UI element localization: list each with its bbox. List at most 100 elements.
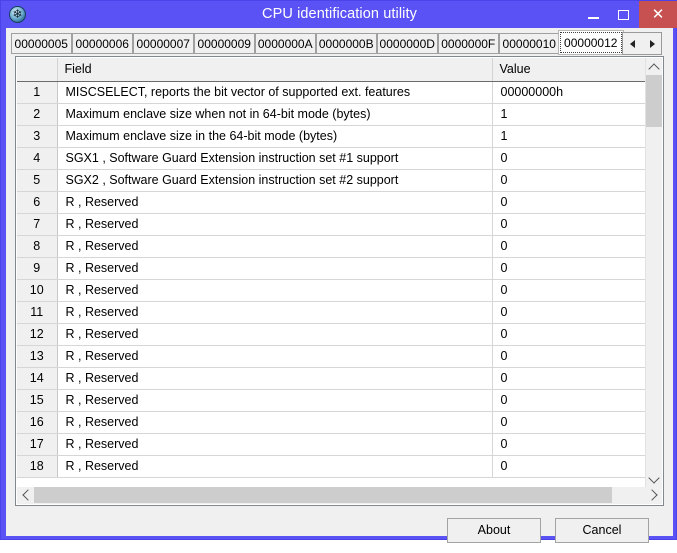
about-button[interactable]: About xyxy=(447,518,541,543)
cell-value: 0 xyxy=(492,235,645,258)
tab-00000010[interactable]: 00000010 xyxy=(499,33,560,54)
cell-field: R , Reserved xyxy=(57,257,493,280)
table-row[interactable]: 6R , Reserved 0 xyxy=(17,191,645,214)
table-row[interactable]: 1 MISCSELECT, reports the bit vector of s… xyxy=(17,81,645,104)
tab-0000000B[interactable]: 0000000B xyxy=(316,33,377,54)
chevron-right-scroll-icon xyxy=(645,489,658,501)
column-header-field[interactable]: Field xyxy=(57,58,493,82)
scroll-left-button[interactable] xyxy=(17,487,34,503)
table-row[interactable]: 8R , Reserved 0 xyxy=(17,235,645,258)
tab-scroll-next-button[interactable] xyxy=(642,33,661,54)
scroll-up-button[interactable] xyxy=(646,58,662,75)
cell-field: R , Reserved xyxy=(57,345,493,368)
tab-0000000A[interactable]: 0000000A xyxy=(255,33,316,54)
tab-0000000D[interactable]: 0000000D xyxy=(377,33,438,54)
tab-scroll-prev-button[interactable] xyxy=(623,33,643,54)
cell-value: 0 xyxy=(492,455,645,478)
maximize-icon xyxy=(617,9,629,20)
cell-row-number: 12 xyxy=(17,323,58,346)
table-row[interactable]: 14 R , Reserved 0 xyxy=(17,367,645,390)
tab-00000012[interactable]: 00000012 xyxy=(558,30,624,55)
cell-field: Maximum enclave size in the 64-bit mode … xyxy=(57,125,493,148)
button-bar: About Cancel xyxy=(15,509,664,553)
table-row[interactable]: 18 R , Reserved 0 xyxy=(17,455,645,478)
cell-field: R , Reserved xyxy=(57,301,493,324)
app-icon: ❄ xyxy=(9,6,26,23)
cell-value: 0 xyxy=(492,213,645,236)
table-row[interactable]: 9R , Reserved 0 xyxy=(17,257,645,280)
cell-field: Maximum enclave size when not in 64-bit … xyxy=(57,103,493,126)
data-grid-panel: Field Value 1 MISCSELECT, reports the bit… xyxy=(15,56,664,506)
cell-field: R , Reserved xyxy=(57,433,493,456)
table-row[interactable]: 5 SGX2 , Software Guard Extension instruc… xyxy=(17,169,645,192)
cell-row-number: 11 xyxy=(17,301,58,324)
cell-field: R , Reserved xyxy=(57,191,493,214)
table-header: Field Value xyxy=(17,58,646,82)
table-row[interactable]: 7R , Reserved 0 xyxy=(17,213,645,236)
table-row[interactable]: 2 Maximum enclave size when not in 64-bit… xyxy=(17,103,645,126)
table-row[interactable]: 3 Maximum enclave size in the 64-bit mode… xyxy=(17,125,645,148)
paw-icon: ❄ xyxy=(12,7,23,21)
cell-value: 0 xyxy=(492,279,645,302)
data-grid-viewport[interactable]: Field Value 1 MISCSELECT, reports the bit… xyxy=(17,58,662,504)
table-body: 1 MISCSELECT, reports the bit vector of s… xyxy=(17,81,645,478)
cancel-button[interactable]: Cancel xyxy=(555,518,649,543)
cell-field: R , Reserved xyxy=(57,389,493,412)
cell-row-number: 13 xyxy=(17,345,58,368)
cell-field: R , Reserved xyxy=(57,455,493,478)
cell-value: 00000000h xyxy=(492,81,645,104)
chevron-down-icon xyxy=(648,471,660,484)
chevron-up-icon xyxy=(648,62,660,75)
vertical-scrollbar[interactable] xyxy=(645,58,662,487)
cell-value: 0 xyxy=(492,323,645,346)
cell-row-number: 6 xyxy=(17,191,58,214)
minimize-button[interactable] xyxy=(577,1,608,28)
table-row[interactable]: 17 R , Reserved 0 xyxy=(17,433,645,456)
cell-value: 0 xyxy=(492,367,645,390)
table-row[interactable]: 16 R , Reserved 0 xyxy=(17,411,645,434)
client-area: 00000005 00000006 00000007 00000009 0000000A… xyxy=(6,28,673,543)
column-header-rownum[interactable] xyxy=(17,58,58,82)
cell-field: R , Reserved xyxy=(57,213,493,236)
minimize-icon xyxy=(587,16,599,19)
horizontal-scroll-thumb[interactable] xyxy=(34,487,612,503)
chevron-left-scroll-icon xyxy=(21,489,34,501)
tab-00000009[interactable]: 00000009 xyxy=(194,33,255,54)
column-header-value[interactable]: Value xyxy=(492,58,646,82)
table-row[interactable]: 13 R , Reserved 0 xyxy=(17,345,645,368)
maximize-button[interactable] xyxy=(608,1,639,28)
window-title: CPU identification utility xyxy=(262,6,417,22)
cell-value: 0 xyxy=(492,191,645,214)
table-row[interactable]: 15 R , Reserved 0 xyxy=(17,389,645,412)
cell-value: 0 xyxy=(492,433,645,456)
tab-scroll-spinner xyxy=(622,32,662,55)
cpuid-table: Field Value 1 MISCSELECT, reports the bit… xyxy=(17,58,646,478)
close-button[interactable]: ✕ xyxy=(639,1,677,28)
cell-value: 1 xyxy=(492,103,645,126)
cell-field: SGX2 , Software Guard Extension instruct… xyxy=(57,169,493,192)
scroll-down-button[interactable] xyxy=(646,470,662,487)
cell-row-number: 4 xyxy=(17,147,58,170)
cell-row-number: 8 xyxy=(17,235,58,258)
table-row[interactable]: 11 R , Reserved 0 xyxy=(17,301,645,324)
application-window: ❄ CPU identification utility ✕ 00000005 0… xyxy=(0,0,677,543)
scroll-right-button[interactable] xyxy=(645,487,662,503)
cell-value: 0 xyxy=(492,147,645,170)
cell-row-number: 2 xyxy=(17,103,58,126)
cell-value: 1 xyxy=(492,125,645,148)
table-row[interactable]: 12 R , Reserved 0 xyxy=(17,323,645,346)
tab-00000005[interactable]: 00000005 xyxy=(11,33,72,54)
table-header-row: Field Value xyxy=(17,58,646,82)
cell-value: 0 xyxy=(492,169,645,192)
tab-00000007[interactable]: 00000007 xyxy=(133,33,194,54)
table-row[interactable]: 10 R , Reserved 0 xyxy=(17,279,645,302)
vertical-scroll-thumb[interactable] xyxy=(646,75,662,127)
horizontal-scrollbar[interactable] xyxy=(17,487,662,504)
tab-0000000F[interactable]: 0000000F xyxy=(438,33,499,54)
tab-00000006[interactable]: 00000006 xyxy=(72,33,133,54)
cell-field: R , Reserved xyxy=(57,235,493,258)
cell-row-number: 16 xyxy=(17,411,58,434)
chevron-right-icon xyxy=(649,39,655,48)
table-row[interactable]: 4 SGX1 , Software Guard Extension instruc… xyxy=(17,147,645,170)
cell-value: 0 xyxy=(492,345,645,368)
